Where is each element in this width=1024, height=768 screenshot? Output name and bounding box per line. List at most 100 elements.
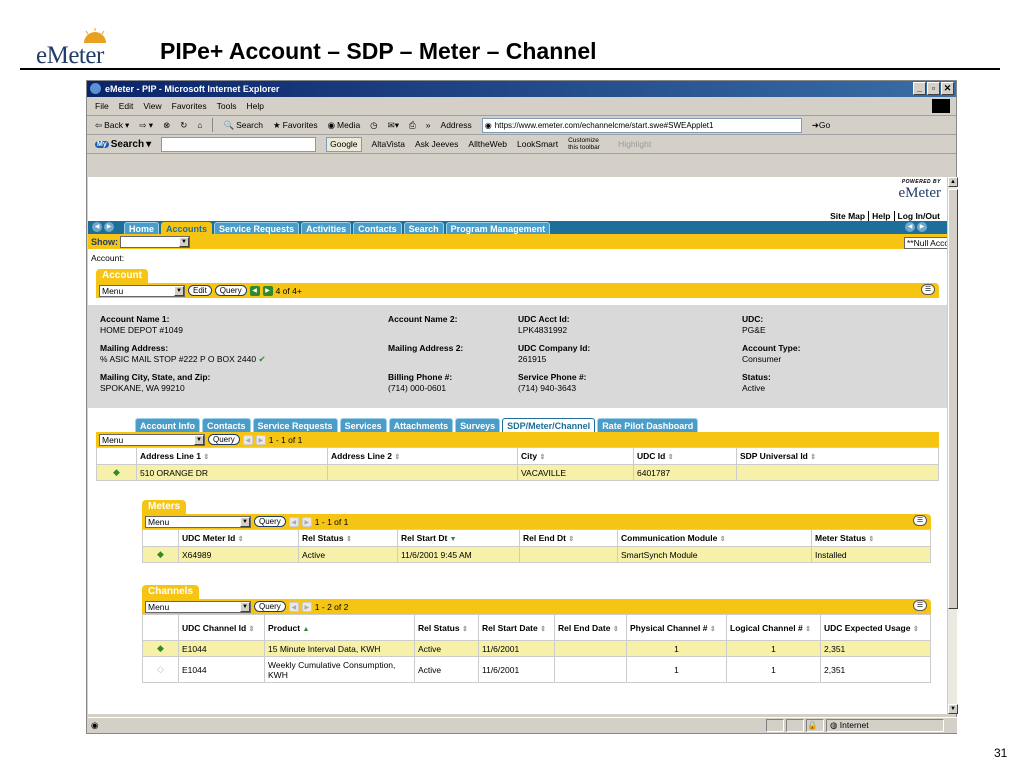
chevron-more-icon[interactable]: » [426, 120, 431, 130]
stop-icon[interactable]: ⊗ [163, 120, 170, 131]
col-rel-end-dt[interactable]: Rel End Dt ⇕ [519, 529, 618, 547]
nav-next-icon[interactable]: ▶ [104, 222, 114, 232]
col-sdp-universal-id[interactable]: SDP Universal Id ⇕ [736, 447, 939, 465]
menu-edit[interactable]: Edit [119, 101, 134, 111]
channels-prev-icon[interactable]: ◀ [288, 601, 299, 612]
menu-tools[interactable]: Tools [217, 101, 237, 111]
col-logical-channel[interactable]: Logical Channel # ⇕ [726, 614, 821, 641]
tab-contacts[interactable]: Contacts [353, 222, 402, 234]
tab-service-requests[interactable]: Service Requests [214, 222, 300, 234]
go-button[interactable]: ➜Go [812, 120, 830, 131]
meters-query-button[interactable]: Query [254, 516, 286, 527]
col-address-line1[interactable]: Address Line 1 ⇕ [136, 447, 328, 465]
link-help[interactable]: Help [869, 211, 895, 221]
subtab-attachments[interactable]: Attachments [388, 418, 454, 432]
show-select[interactable]: ▼ [120, 235, 190, 248]
account-applet-menu-icon[interactable]: ☰ [921, 284, 935, 295]
col-rel-status[interactable]: Rel Status ⇕ [414, 614, 479, 641]
home-icon[interactable]: ⌂ [197, 120, 202, 130]
nav-prev-icon[interactable]: ◀ [92, 222, 102, 232]
subtab-services[interactable]: Services [339, 418, 387, 432]
mail-icon[interactable]: ✉▾ [388, 120, 399, 131]
link-site-map[interactable]: Site Map [827, 211, 870, 221]
subtab-account-info[interactable]: Account Info [135, 418, 200, 432]
col-meter-status[interactable]: Meter Status ⇕ [811, 529, 931, 547]
meters-applet-menu-icon[interactable]: ☰ [913, 515, 927, 526]
maximize-button[interactable]: ▫ [927, 82, 940, 95]
address-input[interactable]: ◉ https://www.emeter.com/echannelcme/star… [481, 117, 802, 133]
forward-button[interactable]: ⇨ ▾ [139, 120, 153, 131]
tab-accounts[interactable]: Accounts [161, 222, 213, 234]
table-row[interactable]: ◆ 510 ORANGE DR VACAVILLE 6401787 [96, 464, 939, 481]
channels-applet-menu-icon[interactable]: ☰ [913, 600, 927, 611]
menu-view[interactable]: View [143, 101, 161, 111]
col-udc-id[interactable]: UDC Id ⇕ [633, 447, 737, 465]
meters-menu-select[interactable]: Menu ▼ [145, 515, 251, 528]
highlight-button[interactable]: Highlight [618, 139, 651, 149]
favorites-button[interactable]: ★ Favorites [273, 120, 318, 131]
menu-file[interactable]: File [95, 101, 109, 111]
scroll-down-icon[interactable]: ▼ [948, 704, 958, 714]
minimize-button[interactable]: _ [913, 82, 926, 95]
meters-prev-icon[interactable]: ◀ [288, 516, 299, 527]
col-communication-module[interactable]: Communication Module ⇕ [617, 529, 812, 547]
menu-favorites[interactable]: Favorites [172, 101, 207, 111]
sdp-prev-icon[interactable]: ◀ [242, 434, 253, 445]
col-rel-start-dt[interactable]: Rel Start Dt ▼ [397, 529, 520, 547]
col-udc-expected-usage[interactable]: UDC Expected Usage ⇕ [820, 614, 931, 641]
tab-program-management[interactable]: Program Management [445, 222, 551, 234]
subtab-service-requests[interactable]: Service Requests [252, 418, 338, 432]
table-row[interactable]: ◆ E1044 15 Minute Interval Data, KWH Act… [142, 640, 931, 657]
media-button[interactable]: ◉ Media [328, 120, 361, 131]
print-icon[interactable]: ⎙ [409, 120, 416, 131]
sdp-query-button[interactable]: Query [208, 434, 240, 445]
col-city[interactable]: City ⇕ [517, 447, 634, 465]
subtab-contacts[interactable]: Contacts [202, 418, 251, 432]
scroll-thumb[interactable] [948, 189, 958, 609]
vertical-scrollbar[interactable]: ▲ ▼ [947, 177, 958, 714]
tab-home[interactable]: Home [124, 222, 160, 234]
customize-toolbar-button[interactable]: Customize this toolbar [568, 137, 608, 151]
col-udc-meter-id[interactable]: UDC Meter Id ⇕ [178, 529, 299, 547]
account-menu-select[interactable]: Menu ▼ [99, 284, 185, 297]
refresh-icon[interactable]: ↻ [180, 120, 187, 131]
meters-next-icon[interactable]: ▶ [301, 516, 312, 527]
tabs-next-icon[interactable]: ▶ [917, 222, 927, 232]
search-button[interactable]: 🔍 Search [223, 120, 263, 131]
table-row[interactable]: ◇ E1044 Weekly Cumulative Consumption, K… [142, 656, 931, 683]
col-rel-status[interactable]: Rel Status ⇕ [298, 529, 398, 547]
tabs-prev-icon[interactable]: ◀ [905, 222, 915, 232]
col-rel-end-date[interactable]: Rel End Date ⇕ [554, 614, 627, 641]
link-altavista[interactable]: AltaVista [372, 139, 405, 149]
subtab-sdp-meter-channel[interactable]: SDP/Meter/Channel [502, 418, 596, 432]
table-row[interactable]: ◆ X64989 Active 11/6/2001 9:45 AM SmartS… [142, 546, 931, 563]
close-button[interactable]: ✕ [941, 82, 954, 95]
edit-button[interactable]: Edit [188, 285, 212, 296]
col-rel-start-date[interactable]: Rel Start Date ⇕ [478, 614, 555, 641]
account-prev-icon[interactable]: ◀ [249, 285, 260, 296]
tab-activities[interactable]: Activities [301, 222, 352, 234]
link-alltheweb[interactable]: AlltheWeb [468, 139, 507, 149]
col-product[interactable]: Product ▲ [264, 614, 415, 641]
my-search-button[interactable]: My Search ▾ [95, 139, 151, 150]
link-looksmart[interactable]: LookSmart [517, 139, 558, 149]
tab-search[interactable]: Search [403, 222, 444, 234]
link-login-out[interactable]: Log In/Out [895, 211, 944, 221]
col-udc-channel-id[interactable]: UDC Channel Id ⇕ [178, 614, 265, 641]
sdp-next-icon[interactable]: ▶ [255, 434, 266, 445]
menu-help[interactable]: Help [246, 101, 263, 111]
channels-menu-select[interactable]: Menu ▼ [145, 600, 251, 613]
subtab-rate-pilot-dashboard[interactable]: Rate Pilot Dashboard [597, 418, 699, 432]
channels-next-icon[interactable]: ▶ [301, 601, 312, 612]
accounts-view-select[interactable]: **Null Accounts (eMeter)▼ [904, 236, 947, 249]
google-button[interactable]: Google [326, 136, 362, 152]
sdp-menu-select[interactable]: Menu ▼ [99, 433, 205, 446]
address-edit-icon[interactable]: ✔ [258, 354, 265, 364]
link-askjeeves[interactable]: Ask Jeeves [415, 139, 458, 149]
scroll-up-icon[interactable]: ▲ [948, 177, 958, 187]
channels-query-button[interactable]: Query [254, 601, 286, 612]
account-query-button[interactable]: Query [214, 285, 247, 296]
google-search-input[interactable] [161, 136, 317, 152]
col-physical-channel[interactable]: Physical Channel # ⇕ [626, 614, 727, 641]
subtab-surveys[interactable]: Surveys [455, 418, 501, 432]
